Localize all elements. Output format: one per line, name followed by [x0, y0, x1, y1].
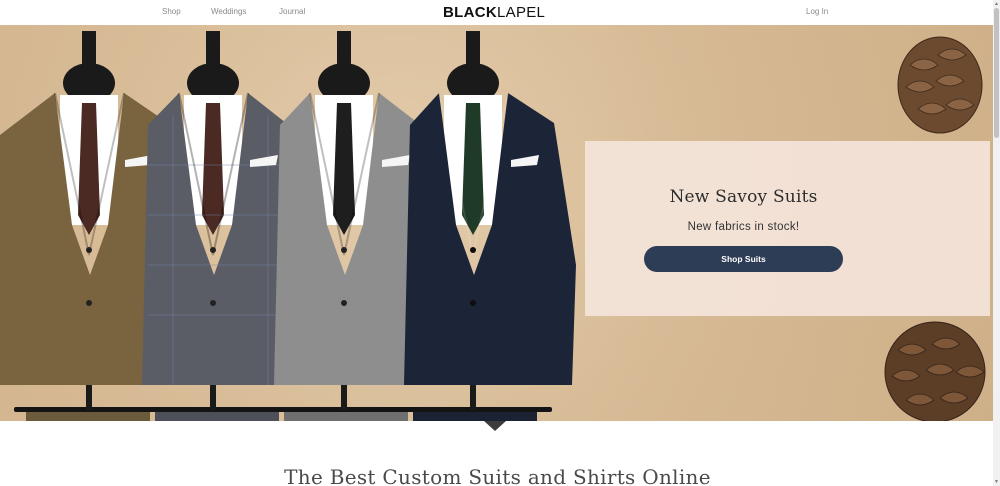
pine-cone-top-image — [897, 36, 983, 134]
brand-logo[interactable]: BLACKLAPEL — [443, 4, 545, 21]
scroll-down-icon[interactable]: ▼ — [993, 478, 1000, 486]
suit-navy-image — [386, 25, 576, 421]
carousel-pointer — [484, 421, 506, 431]
scroll-thumb[interactable] — [994, 8, 999, 138]
shop-suits-button[interactable]: Shop Suits — [644, 246, 843, 272]
nav-link-login[interactable]: Log In — [806, 7, 828, 16]
nav-link-shop[interactable]: Shop — [162, 7, 181, 16]
scroll-up-icon[interactable]: ▲ — [993, 0, 1000, 8]
promo-title: New Savoy Suits — [669, 187, 818, 207]
nav-link-journal[interactable]: Journal — [279, 7, 305, 16]
brand-logo-bold: BLACK — [443, 4, 497, 21]
nav-link-weddings[interactable]: Weddings — [211, 7, 246, 16]
top-nav: Shop Weddings Journal BLACKLAPEL Log In — [0, 0, 1000, 25]
hero-banner: New Savoy Suits New fabrics in stock! Sh… — [0, 25, 1000, 421]
section-title: The Best Custom Suits and Shirts Online — [284, 465, 711, 486]
page-scrollbar[interactable]: ▲ ▼ — [993, 0, 1000, 486]
promo-subtitle: New fabrics in stock! — [687, 221, 800, 233]
brand-logo-light: LAPEL — [497, 4, 546, 21]
pine-cone-bottom-image — [884, 321, 986, 421]
promo-panel: New Savoy Suits New fabrics in stock! Sh… — [585, 141, 990, 316]
